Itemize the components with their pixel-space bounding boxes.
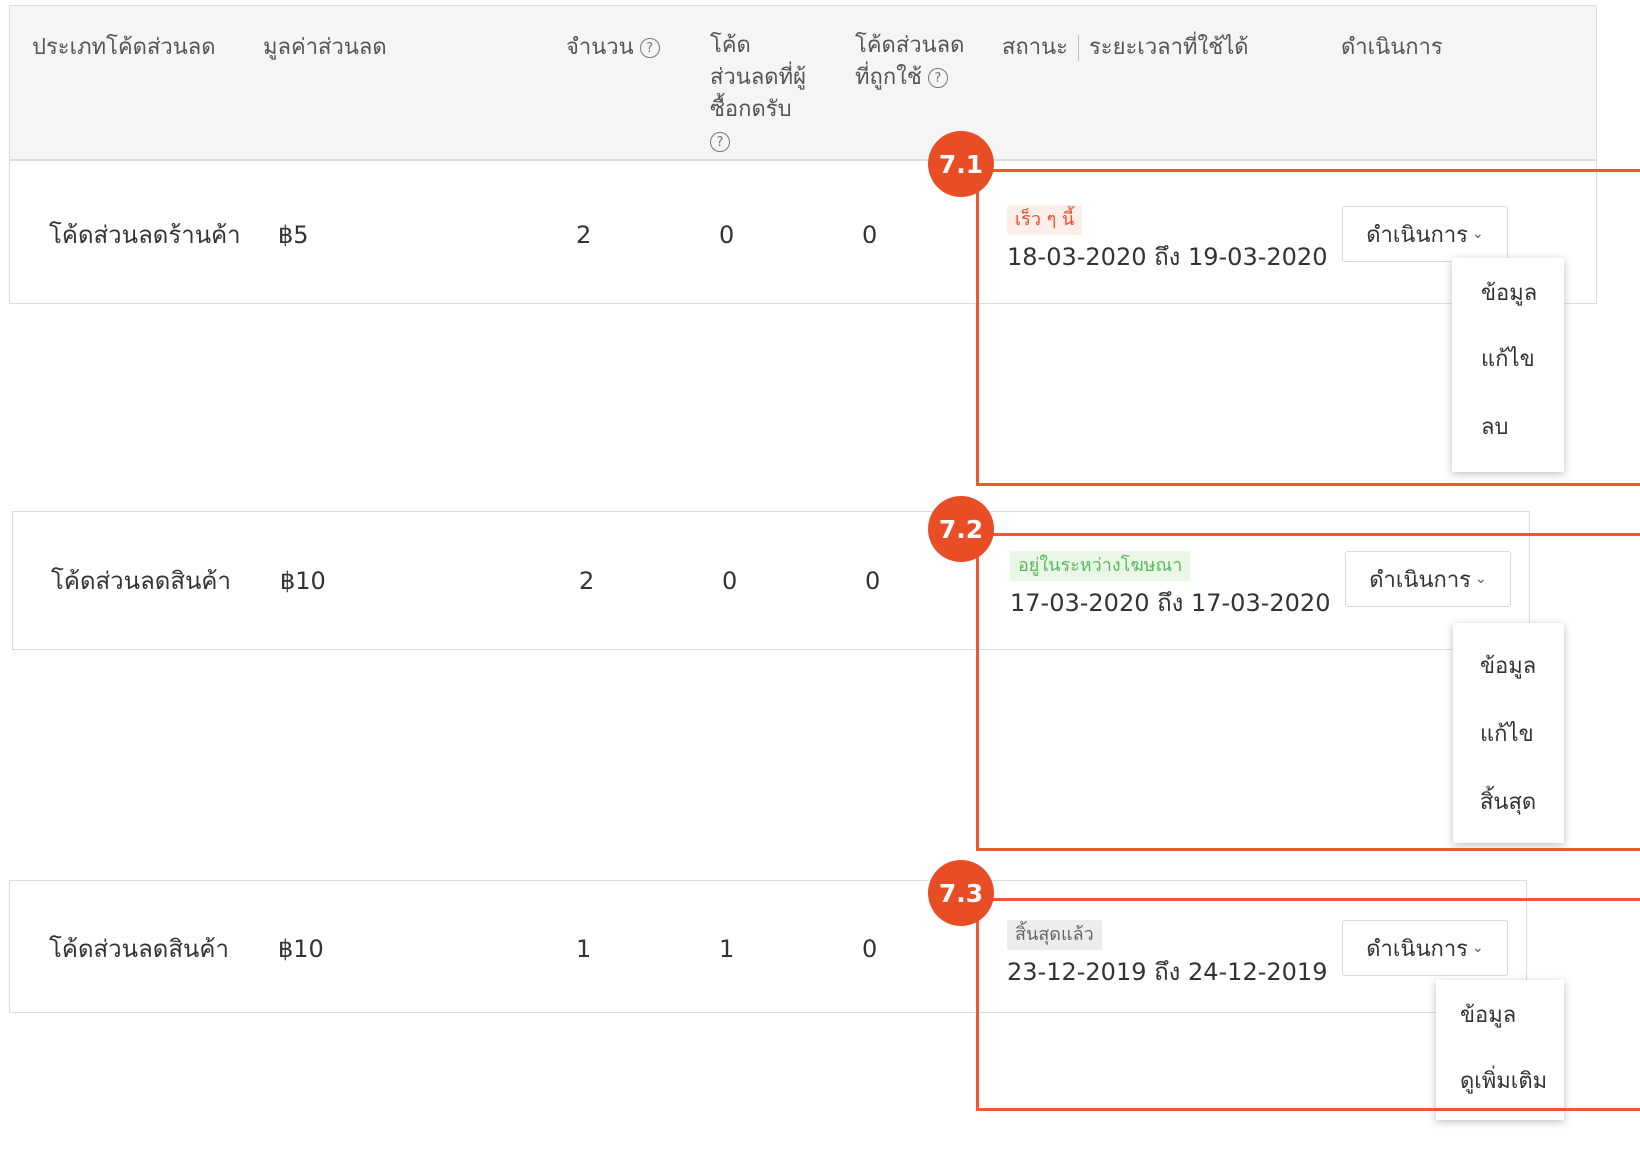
header-claimed: โค้ด ส่วนลดที่ผู้ ซื้อกดรับ ?	[710, 30, 806, 158]
header-divider	[1077, 35, 1079, 61]
header-claimed-line3: ซื้อกดรับ	[710, 97, 792, 122]
row-type: โค้ดส่วนลดสินค้า	[49, 935, 229, 963]
header-claimed-line2: ส่วนลดที่ผู้	[710, 65, 806, 90]
row-used: 0	[862, 935, 878, 963]
row-claimed: 0	[722, 567, 738, 595]
header-status: สถานะ	[1002, 35, 1068, 60]
table-header: ประเภทโค้ดส่วนลด มูลค่าส่วนลด จำนวน? โค้…	[9, 5, 1597, 160]
row-type: โค้ดส่วนลดร้านค้า	[49, 221, 241, 249]
question-circle-icon[interactable]: ?	[927, 68, 948, 88]
row-used: 0	[862, 221, 878, 249]
header-period: ระยะเวลาที่ใช้ได้	[1088, 35, 1249, 60]
header-quantity: จำนวน?	[566, 32, 660, 64]
question-circle-icon[interactable]: ?	[639, 38, 660, 58]
header-used-line2: ที่ถูกใช้	[855, 65, 922, 90]
row-quantity: 2	[576, 221, 592, 249]
callout-frame	[976, 898, 1640, 1111]
row-value: ฿10	[280, 567, 326, 595]
row-type: โค้ดส่วนลดสินค้า	[51, 567, 231, 595]
row-quantity: 2	[579, 567, 595, 595]
callout-badge: 7.2	[928, 496, 994, 562]
callout-frame	[976, 533, 1640, 851]
callout-badge: 7.1	[928, 131, 994, 197]
header-status-period: สถานะ ระยะเวลาที่ใช้ได้	[1002, 32, 1249, 64]
question-circle-icon[interactable]: ?	[710, 132, 730, 152]
row-claimed: 0	[719, 221, 735, 249]
header-value: มูลค่าส่วนลด	[263, 35, 387, 60]
header-type: ประเภทโค้ดส่วนลด	[32, 35, 216, 60]
header-claimed-line1: โค้ด	[710, 33, 751, 58]
row-value: ฿5	[278, 221, 309, 249]
callout-badge: 7.3	[928, 860, 994, 926]
row-quantity: 1	[576, 935, 592, 963]
row-used: 0	[865, 567, 881, 595]
header-used-line1: โค้ดส่วนลด	[855, 33, 965, 58]
row-claimed: 1	[719, 935, 735, 963]
row-value: ฿10	[278, 935, 324, 963]
header-used: โค้ดส่วนลด ที่ถูกใช้?	[855, 30, 964, 94]
header-action: ดำเนินการ	[1341, 35, 1443, 60]
header-quantity-label: จำนวน	[566, 35, 634, 60]
callout-frame	[976, 169, 1640, 486]
